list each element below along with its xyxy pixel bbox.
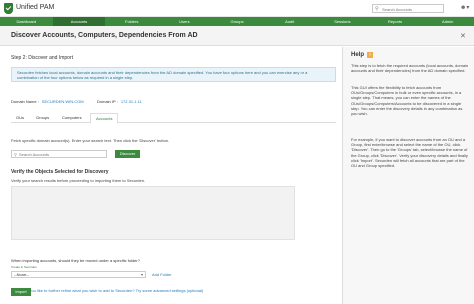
main-content: Step 2: Discover and Import Securden fet…	[0, 47, 342, 304]
global-search[interactable]: ⚲	[372, 4, 444, 13]
page-header: Discover Accounts, Computers, Dependenci…	[0, 26, 474, 46]
chevron-down-icon: ▾	[140, 272, 143, 277]
step-title: Step 2: Discover and Import	[11, 55, 73, 61]
nav-audit[interactable]: Audit	[263, 17, 316, 26]
domain-name: Domain Name : SECURDEN.WIN.COM	[11, 99, 84, 104]
fetch-instructions: Fetch specific domain account(s). Enter …	[11, 138, 170, 143]
account-search[interactable]: ⚲	[11, 150, 107, 158]
import-button[interactable]: Import	[11, 288, 31, 296]
nav-groups[interactable]: Groups	[211, 17, 264, 26]
folder-label: Create in Securden	[11, 265, 37, 269]
nav-sessions[interactable]: Sessions	[316, 17, 369, 26]
page-title: Discover Accounts, Computers, Dependenci…	[11, 32, 198, 39]
nav-dashboard[interactable]: Dashboard	[0, 17, 53, 26]
info-line-2: combination of the four options below as…	[17, 75, 134, 80]
verify-subtitle: Verify your search results before procee…	[11, 178, 146, 183]
tab-accounts[interactable]: Accounts	[90, 113, 119, 124]
nav-folders[interactable]: Folders	[105, 17, 158, 26]
domain-ip-value: 172.31.1.11	[120, 99, 142, 104]
help-paragraph-3: For example, if you want to discover acc…	[351, 137, 468, 169]
help-panel: Help ? This step is to fetch the require…	[342, 47, 474, 304]
advanced-settings-text: Would you like to further refine what yo…	[17, 288, 204, 293]
search-input[interactable]	[382, 6, 442, 12]
advanced-settings-link[interactable]: Would you like to further refine what yo…	[11, 288, 203, 293]
domain-name-label: Domain Name :	[11, 99, 39, 104]
nav-accounts[interactable]: Accounts	[52, 17, 106, 26]
nav-users[interactable]: Users	[158, 17, 211, 26]
main-nav: Dashboard Accounts Folders Users Groups …	[0, 17, 474, 26]
folder-selected-value: --None--	[14, 272, 29, 277]
folder-question: When importing accounts, should they be …	[11, 258, 140, 263]
user-icon[interactable]: ☻▾	[460, 4, 469, 11]
add-folder-link[interactable]: Add Folder	[152, 272, 172, 277]
search-icon: ⚲	[375, 6, 379, 12]
domain-name-value: SECURDEN.WIN.COM	[41, 99, 84, 104]
help-paragraph-1: This step is to fetch the required accou…	[351, 63, 469, 74]
discovery-tabs: OUs Groups Computers Accounts	[11, 113, 336, 124]
top-bar: Unified PAM ⚲ ☻▾	[0, 0, 474, 17]
tab-ous[interactable]: OUs	[16, 115, 24, 120]
help-title: Help	[351, 52, 365, 58]
nav-admin[interactable]: Admin	[421, 17, 474, 26]
discover-button[interactable]: Discover	[115, 150, 140, 158]
shield-check-icon	[4, 3, 13, 14]
tab-groups[interactable]: Groups	[36, 115, 49, 120]
domain-ip: Domain IP :172.31.1.11	[97, 99, 142, 104]
help-paragraph-2: This GUI offers the flexibility to fetch…	[351, 85, 463, 117]
results-panel	[11, 186, 295, 240]
app-title: Unified PAM	[16, 4, 55, 11]
close-icon[interactable]: ✕	[460, 32, 466, 40]
tab-computers[interactable]: Computers	[62, 115, 82, 120]
folder-select[interactable]: --None-- ▾	[11, 271, 146, 278]
info-box: Securden fetches local accounts, domain …	[11, 67, 336, 82]
nav-reports[interactable]: Reports	[369, 17, 422, 26]
domain-ip-label: Domain IP :	[97, 99, 118, 104]
account-search-input[interactable]	[19, 152, 105, 157]
verify-title: Verify the Objects Selected for Discover…	[11, 169, 109, 175]
search-icon: ⚲	[14, 152, 17, 157]
help-icon: ?	[367, 52, 373, 58]
